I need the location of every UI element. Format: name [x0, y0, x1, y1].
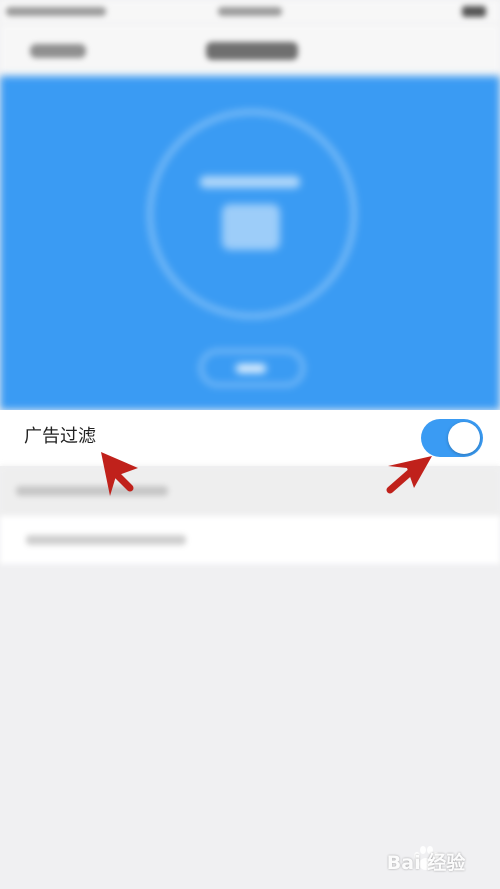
watermark-text: Bai 经验 [386, 852, 466, 874]
filter-record-row[interactable] [0, 516, 500, 564]
page-title [206, 42, 298, 60]
ad-filter-row[interactable]: 广告过滤 [0, 410, 500, 466]
filter-stats-panel [0, 76, 500, 410]
baidu-watermark: Bai 经验 [356, 838, 496, 880]
nav-bar [0, 24, 500, 76]
back-button[interactable] [30, 44, 86, 58]
status-bar [0, 0, 500, 24]
signal-indicator [6, 7, 106, 16]
ad-filter-label: 广告过滤 [24, 426, 96, 447]
toggle-knob [448, 422, 480, 454]
setting-description [0, 466, 500, 516]
stats-count [222, 204, 280, 250]
panel-action-button[interactable] [200, 350, 304, 386]
ad-filter-toggle[interactable] [421, 419, 483, 457]
stats-caption [200, 176, 300, 188]
status-time [218, 7, 282, 16]
battery-icon [462, 6, 486, 17]
